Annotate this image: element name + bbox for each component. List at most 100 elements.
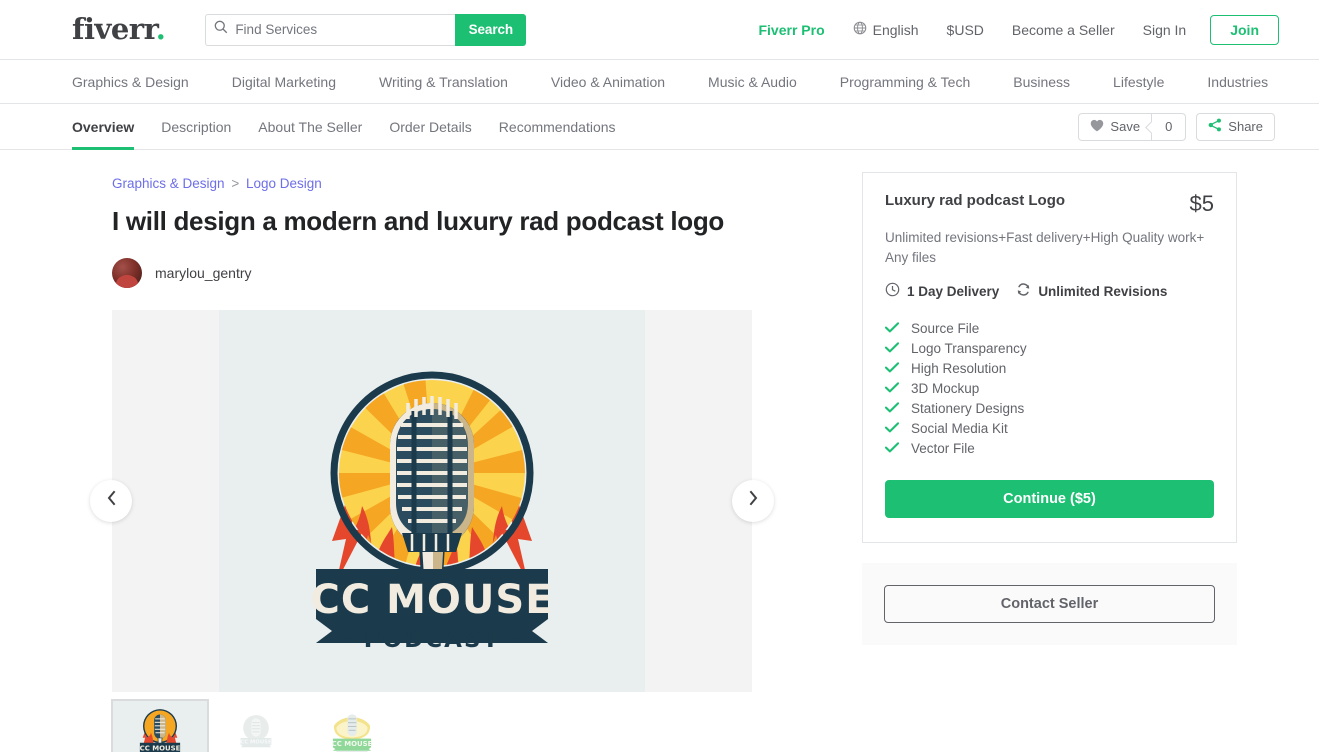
- check-icon: [884, 341, 900, 356]
- feature-label: Social Media Kit: [911, 420, 1008, 436]
- category-music-audio[interactable]: Music & Audio: [708, 74, 840, 90]
- continue-button[interactable]: Continue ($5): [885, 480, 1214, 519]
- gig-gallery: CC MOUSE - PODCAST -: [90, 309, 774, 692]
- breadcrumb-parent[interactable]: Graphics & Design: [112, 176, 225, 191]
- gig-actions: Save 0 Share: [1078, 112, 1275, 141]
- category-industries[interactable]: Industries: [1207, 74, 1268, 90]
- thumbnail-1[interactable]: CC MOUSE - PODCAST -: [111, 698, 209, 752]
- delivery-time: 1 Day Delivery: [885, 282, 999, 300]
- podcast-logo-artwork: CC MOUSE - PODCAST -: [310, 371, 553, 651]
- logo-brand-line2: - PODCAST -: [342, 627, 522, 651]
- contact-seller-button[interactable]: Contact Seller: [884, 585, 1215, 624]
- category-nav: Graphics & Design Digital Marketing Writ…: [0, 60, 1319, 104]
- feature-item: Vector File: [884, 438, 1214, 458]
- breadcrumb-separator: >: [231, 176, 240, 191]
- revisions-count: Unlimited Revisions: [1016, 282, 1167, 300]
- site-header: fiverr. Search Fiverr Pro English $USD B…: [0, 0, 1319, 60]
- heart-icon: [1090, 119, 1104, 135]
- category-business[interactable]: Business: [1013, 74, 1113, 90]
- package-name: Luxury rad podcast Logo: [885, 192, 1066, 209]
- package-price: $5: [1189, 191, 1214, 216]
- page-body: Graphics & Design > Logo Design I will d…: [0, 150, 1319, 752]
- category-lifestyle[interactable]: Lifestyle: [1113, 74, 1207, 90]
- nav-fiverr-pro[interactable]: Fiverr Pro: [744, 22, 838, 38]
- package-features: Source File Logo Transparency High Resol…: [884, 318, 1214, 458]
- nav-become-a-seller[interactable]: Become a Seller: [998, 22, 1129, 38]
- search-button[interactable]: Search: [455, 13, 527, 46]
- share-icon: [1208, 118, 1222, 135]
- join-button[interactable]: Join: [1210, 14, 1279, 45]
- gallery-prev-button[interactable]: [90, 479, 132, 522]
- gig-main-column: Graphics & Design > Logo Design I will d…: [90, 150, 774, 752]
- check-icon: [884, 441, 900, 456]
- search-input[interactable]: [235, 22, 448, 37]
- globe-icon: [853, 21, 867, 38]
- category-digital-marketing[interactable]: Digital Marketing: [232, 74, 379, 90]
- nav-language[interactable]: English: [839, 21, 933, 38]
- package-meta: 1 Day Delivery Unlimited Revisions: [885, 282, 1214, 300]
- feature-label: Stationery Designs: [911, 400, 1025, 416]
- tab-about-the-seller[interactable]: About The Seller: [258, 104, 362, 150]
- gig-tab-bar: Overview Description About The Seller Or…: [0, 104, 1319, 150]
- tab-overview[interactable]: Overview: [72, 104, 135, 150]
- feature-item: High Resolution: [884, 358, 1214, 378]
- fiverr-logo[interactable]: fiverr.: [72, 12, 166, 46]
- feature-item: Social Media Kit: [884, 418, 1214, 438]
- search-bar: Search: [205, 13, 527, 46]
- gig-sidebar: Luxury rad podcast Logo $5 Unlimited rev…: [862, 150, 1237, 752]
- feature-item: Logo Transparency: [884, 338, 1214, 358]
- gallery-next-button[interactable]: [732, 479, 774, 522]
- svg-text:CC MOUSE: CC MOUSE: [240, 739, 272, 745]
- search-icon: [214, 20, 235, 39]
- breadcrumb: Graphics & Design > Logo Design: [112, 176, 757, 191]
- feature-label: 3D Mockup: [911, 380, 980, 396]
- category-graphics-design[interactable]: Graphics & Design: [72, 74, 232, 90]
- nav-currency[interactable]: $USD: [933, 22, 998, 38]
- clock-icon: [885, 282, 900, 300]
- gallery-main-image[interactable]: CC MOUSE - PODCAST -: [219, 309, 645, 692]
- feature-label: High Resolution: [911, 360, 1007, 376]
- page-title: I will design a modern and luxury rad po…: [112, 206, 724, 236]
- category-video-animation[interactable]: Video & Animation: [551, 74, 708, 90]
- header-right-nav: Fiverr Pro English $USD Become a Seller …: [744, 14, 1279, 45]
- share-button[interactable]: Share: [1196, 112, 1275, 141]
- package-card: Luxury rad podcast Logo $5 Unlimited rev…: [862, 172, 1237, 544]
- check-icon: [884, 381, 900, 396]
- tab-description[interactable]: Description: [161, 104, 231, 150]
- package-description: Unlimited revisions+Fast delivery+High Q…: [885, 230, 1205, 265]
- feature-label: Source File: [911, 320, 980, 336]
- breadcrumb-child[interactable]: Logo Design: [246, 176, 322, 191]
- search-box[interactable]: [205, 13, 456, 46]
- chevron-left-icon: [106, 490, 117, 511]
- tab-recommendations[interactable]: Recommendations: [499, 104, 616, 150]
- refresh-icon: [1016, 282, 1031, 300]
- logo-text: fiverr.: [72, 12, 166, 46]
- check-icon: [884, 401, 900, 416]
- feature-label: Logo Transparency: [911, 340, 1027, 356]
- contact-seller-card: Contact Seller: [862, 563, 1237, 646]
- thumbnail-3[interactable]: CC MOUSE - PODCAST -: [304, 700, 400, 752]
- check-icon: [884, 321, 900, 336]
- logo-brand-line1: CC MOUSE: [310, 577, 553, 623]
- package-header: Luxury rad podcast Logo $5: [885, 192, 1214, 215]
- feature-item: 3D Mockup: [884, 378, 1214, 398]
- nav-sign-in[interactable]: Sign In: [1129, 22, 1201, 38]
- svg-text:CC MOUSE: CC MOUSE: [332, 739, 373, 747]
- feature-item: Stationery Designs: [884, 398, 1214, 418]
- gallery-thumbnails: CC MOUSE - PODCAST -: [111, 698, 757, 752]
- thumbnail-2-artwork: CC MOUSE: [240, 714, 272, 747]
- thumbnail-2[interactable]: CC MOUSE: [208, 700, 304, 752]
- check-icon: [884, 361, 900, 376]
- seller-name[interactable]: marylou_gentry: [155, 265, 252, 281]
- tab-order-details[interactable]: Order Details: [389, 104, 471, 150]
- avatar[interactable]: [112, 257, 142, 288]
- category-writing-translation[interactable]: Writing & Translation: [379, 74, 551, 90]
- thumbnail-1-artwork: CC MOUSE - PODCAST -: [140, 708, 181, 752]
- category-programming-tech[interactable]: Programming & Tech: [840, 74, 1013, 90]
- check-icon: [884, 421, 900, 436]
- save-count[interactable]: 0: [1151, 112, 1187, 141]
- save-button[interactable]: Save: [1078, 112, 1153, 141]
- feature-item: Source File: [884, 318, 1214, 338]
- feature-label: Vector File: [911, 440, 975, 456]
- chevron-right-icon: [748, 490, 759, 511]
